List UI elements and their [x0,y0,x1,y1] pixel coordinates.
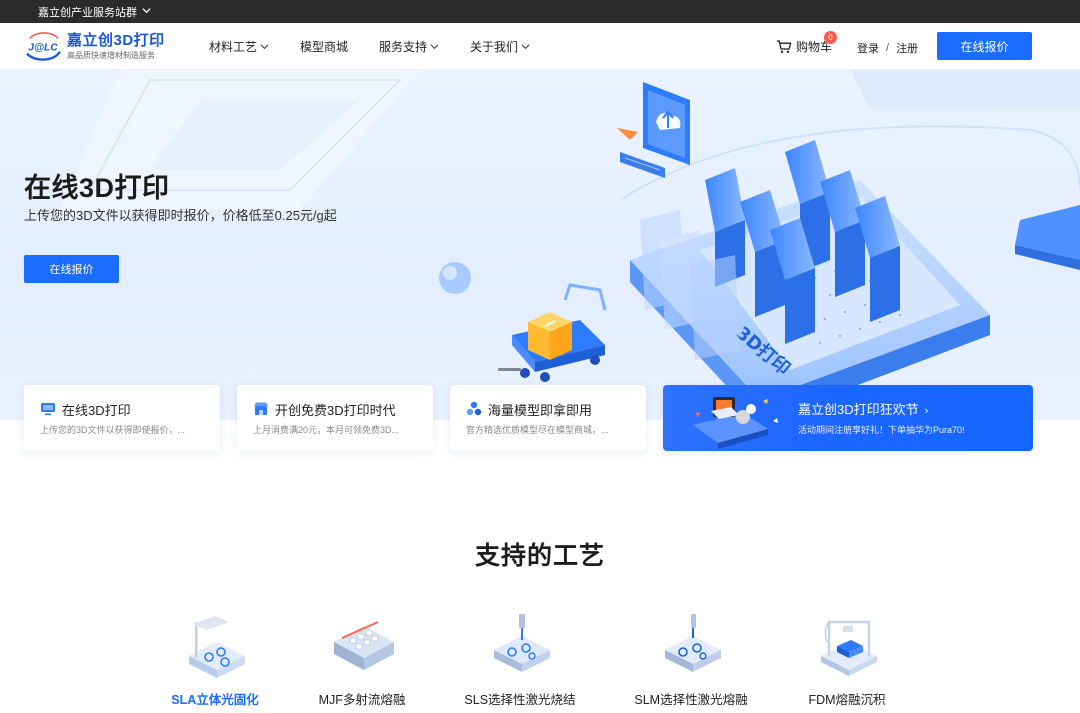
card-desc: 上月消费满20元，本月可领免费3D... [253,425,400,435]
main-nav: 材料工艺 模型商城 服务支持 关于我们 [209,23,530,70]
carousel-indicator[interactable] [498,368,521,371]
hero-title: 在线3D打印 [24,173,170,203]
cart-button[interactable]: 购物车 0 [776,31,837,55]
promo-title-text: 嘉立创3D打印狂欢节 [798,402,919,417]
nav-about-us-label: 关于我们 [470,40,519,54]
jlc-logo-icon: J@LC [26,32,61,61]
process-fdm[interactable]: FDM熔融沉积 [777,608,917,713]
chevron-down-icon [142,8,151,14]
slm-printer-icon [665,614,721,672]
mjf-printer-icon [334,621,394,670]
chevron-down-icon [521,44,530,50]
card-title: 海量模型即拿即用 [488,403,593,418]
fdm-printer-icon [821,620,877,676]
process-label: MJF多射流熔融 [318,693,406,707]
logo-badge-text: J@LC [28,43,58,54]
process-label: SLM选择性激光熔融 [634,693,748,707]
site-header: J@LC 嘉立创3D打印 高品质快速增材制造服务 材料工艺 模型商城 服务支持 … [0,23,1080,70]
process-label: SLS选择性激光烧结 [464,693,576,707]
nav-model-store-label: 模型商城 [300,40,349,54]
hero-subtitle: 上传您的3D文件以获得即时报价，价格低至0.25元/g起 [24,208,337,223]
card-free-printing[interactable]: 开创免费3D打印时代 上月消费满20元，本月可领免费3D... [237,385,433,451]
promo-illustration [693,397,778,449]
card-title: 在线3D打印 [62,403,131,418]
cluster-icon [466,401,482,416]
nav-about-us[interactable]: 关于我们 [470,38,530,55]
login-link[interactable]: 登录 [857,40,879,56]
online-quote-button[interactable]: 在线报价 [937,32,1032,60]
card-model-library[interactable]: 海量模型即拿即用 官方精选优质模型尽在模型商城，... [450,385,646,451]
card-title: 开创免费3D打印时代 [275,403,396,418]
nav-model-store[interactable]: 模型商城 [300,38,348,55]
process-mjf[interactable]: MJF多射流熔融 [292,608,432,713]
auth-links: 登录 / 注册 [857,40,918,56]
site-group-label: 嘉立创产业服务站群 [38,6,137,19]
chevron-down-icon [260,44,269,50]
chevron-right-icon: › [924,405,929,417]
cart-icon [777,40,792,53]
promo-title: 嘉立创3D打印狂欢节 › [798,399,928,418]
logo-tagline: 高品质快速增材制造服务 [67,50,155,60]
nav-materials-label: 材料工艺 [209,40,258,54]
sls-printer-icon [494,614,550,672]
site-group-bar[interactable]: 嘉立创产业服务站群 [0,0,1080,23]
sla-printer-icon [189,616,245,678]
process-label: SLA立体光固化 [171,693,259,707]
promo-desc: 活动期间注册享好礼！下单抽华为Pura70! [798,425,965,435]
auth-separator: / [886,42,890,54]
chevron-down-icon [430,44,439,50]
hero-illustration: 3D打印 [60,70,1080,420]
register-link[interactable]: 注册 [896,40,918,56]
card-desc: 官方精选优质模型尽在模型商城，... [466,425,609,435]
logo-name: 嘉立创3D打印 [67,31,165,49]
card-promo-festival[interactable]: 嘉立创3D打印狂欢节 › 活动期间注册享好礼！下单抽华为Pura70! [663,385,1033,451]
nav-service-support[interactable]: 服务支持 [379,38,439,55]
feature-cards: 在线3D打印 上传您的3D文件以获得即使报价，... 开创免费3D打印时代 上月… [24,385,1033,451]
hero-quote-button[interactable]: 在线报价 [24,255,119,283]
nav-service-support-label: 服务支持 [379,40,428,54]
cart-count-badge: 0 [824,31,837,44]
logo[interactable]: J@LC 嘉立创3D打印 高品质快速增材制造服务 [24,31,165,61]
card-desc: 上传您的3D文件以获得即使报价，... [40,425,186,435]
nav-materials[interactable]: 材料工艺 [209,38,269,55]
monitor-icon [41,403,55,416]
shop-icon [254,402,268,415]
hero-banner[interactable]: 3D打印 在线3D打印 上传您的3D文件以获得即时报价，价格低至0.25元/g起… [0,70,1080,420]
process-sls[interactable]: SLS选择性激光烧结 [450,608,590,713]
process-list: SLA立体光固化 MJF多射流熔融 SLS选择性激光烧结 SLM选择性激光熔融 … [0,608,1080,713]
card-online-printing[interactable]: 在线3D打印 上传您的3D文件以获得即使报价，... [24,385,220,451]
section-title: 支持的工艺 [474,542,605,570]
process-sla[interactable]: SLA立体光固化 [145,608,285,713]
process-slm[interactable]: SLM选择性激光熔融 [621,608,761,713]
process-label: FDM熔融沉积 [808,693,886,707]
